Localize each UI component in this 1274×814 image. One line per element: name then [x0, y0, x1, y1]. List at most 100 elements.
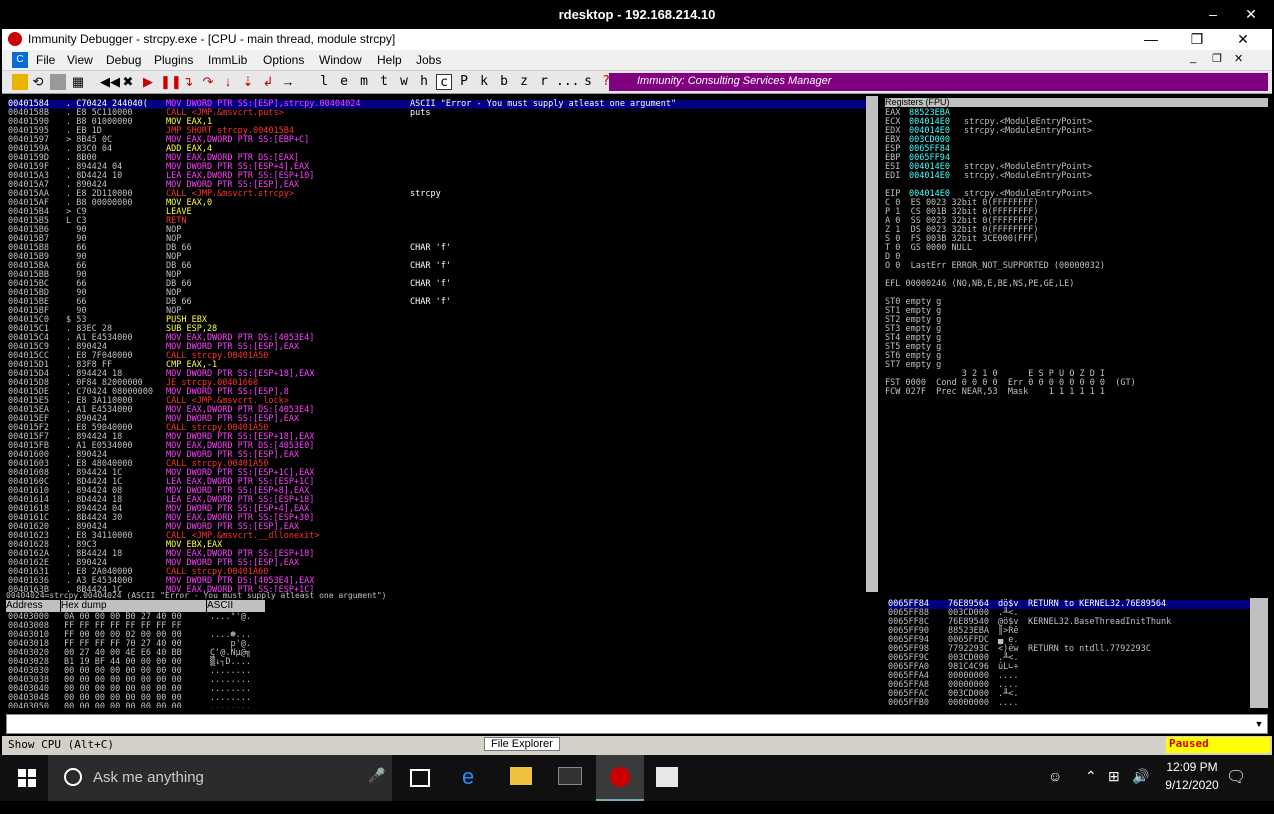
tb-source[interactable]: s	[580, 74, 596, 90]
close-icon[interactable]: ✕	[1234, 0, 1268, 29]
flags-line: ST1 empty g	[885, 306, 942, 316]
minimize-icon[interactable]: –	[1196, 0, 1230, 29]
trace-into-icon[interactable]: ↓	[220, 74, 236, 90]
step-into-icon[interactable]: ↴	[180, 74, 196, 90]
tb-z[interactable]: z	[516, 74, 532, 90]
disasm-comment	[410, 370, 866, 379]
stack-address[interactable]: 0065FFB0	[888, 699, 948, 708]
tb-handles[interactable]: h	[416, 74, 432, 90]
tb-executable[interactable]: e	[336, 74, 352, 90]
edge-icon[interactable]: e	[462, 764, 474, 790]
tb-call-stack[interactable]: k	[476, 74, 492, 90]
menu-view[interactable]: View	[67, 53, 93, 67]
flags-line: ST6 empty g	[885, 351, 942, 361]
microphone-icon[interactable]: 🎤	[368, 767, 385, 784]
registers-pane[interactable]: Registers (FPU) EAX 88523EBA ECX 004014E0 str…	[882, 96, 1268, 592]
mdi-restore-icon[interactable]: ❐	[1212, 52, 1222, 65]
close-process-icon[interactable]: ✖	[120, 74, 136, 90]
disasm-comment	[410, 118, 866, 127]
terminal-icon[interactable]	[558, 767, 582, 785]
menu-jobs[interactable]: Jobs	[416, 53, 441, 67]
dump-hex: 00 00 00 00 00 00 00 00	[64, 702, 182, 709]
disasm-comment	[410, 172, 866, 181]
command-input[interactable]: ▼	[6, 714, 1268, 734]
minimize-icon[interactable]: —	[1128, 29, 1174, 50]
chevron-down-icon[interactable]: ▼	[1251, 715, 1267, 733]
info-line: 00404024=strcpy.00404024 (ASCII "Error -…	[6, 592, 866, 600]
dump-header-address[interactable]: Address	[6, 600, 60, 612]
tb-cpu[interactable]: c	[436, 74, 452, 90]
tb-log[interactable]: l	[316, 74, 332, 90]
menu-immlib[interactable]: ImmLib	[208, 53, 247, 67]
menu-plugins[interactable]: Plugins	[154, 53, 193, 67]
disasm-comment	[410, 325, 866, 334]
clock-date[interactable]: 9/12/2020	[1162, 778, 1222, 792]
trace-over-icon[interactable]: ⇣	[240, 74, 256, 90]
disasm-comment	[410, 568, 866, 577]
tb-windows[interactable]: w	[396, 74, 412, 90]
tb-run-trace[interactable]: ...	[556, 74, 579, 90]
stack-comment: RETURN to ntdll.7792293C	[1028, 644, 1151, 654]
disasm-scrollbar[interactable]	[866, 96, 878, 592]
search-box[interactable]: Ask me anything 🎤	[48, 755, 392, 801]
rewind-icon[interactable]: ◀◀	[100, 74, 120, 90]
run-icon[interactable]: ▶	[140, 74, 156, 90]
disasm-instruction: MOV EAX,0	[166, 198, 213, 208]
mdi-close-icon[interactable]: ✕	[1234, 52, 1243, 65]
attach-icon[interactable]: ▦	[70, 74, 86, 90]
disasm-instruction: DB 66	[166, 279, 192, 289]
dump-pane[interactable]: Address Hex dump ASCII 00403000 0A 00 00 00 …	[6, 600, 866, 708]
stack-scrollbar[interactable]	[1250, 598, 1268, 708]
stack-pane[interactable]: 0065FF84 76E89564 dö$v RETURN to KERNEL32.7…	[886, 598, 1250, 708]
disasm-comment: CHAR 'f'	[410, 297, 451, 307]
go-to-icon[interactable]: →	[280, 74, 296, 90]
tb-breakpoints[interactable]: b	[496, 74, 512, 90]
cpu-window-icon[interactable]: C	[12, 52, 28, 68]
disasm-instruction: RETN	[166, 216, 187, 226]
open-icon[interactable]	[12, 74, 28, 90]
menu-options[interactable]: Options	[263, 53, 304, 67]
register-value[interactable]: 004014E0	[909, 172, 967, 181]
tb-references[interactable]: r	[536, 74, 552, 90]
remote-app-icon[interactable]	[656, 767, 678, 787]
immunity-taskbar-button[interactable]	[596, 755, 644, 801]
clock-time[interactable]: 12:09 PM	[1162, 760, 1222, 774]
restart-icon[interactable]: ⟲	[30, 74, 46, 90]
maximize-icon[interactable]: ❐	[1174, 29, 1220, 50]
disasm-comment	[410, 523, 866, 532]
step-over-icon[interactable]: ↷	[200, 74, 216, 90]
dump-header-ascii[interactable]: ASCII	[207, 600, 265, 612]
dump-header-hex[interactable]: Hex dump	[61, 600, 206, 612]
network-icon[interactable]: ⊞	[1108, 768, 1120, 814]
disasm-instruction: LEAVE	[166, 207, 192, 217]
disasm-comment: puts	[410, 108, 431, 118]
flags-line: ST2 empty g	[885, 315, 942, 325]
disasm-comment	[410, 469, 866, 478]
notifications-icon[interactable]: 🗨	[1226, 767, 1246, 787]
file-explorer-icon[interactable]	[510, 767, 532, 785]
menu-window[interactable]: Window	[319, 53, 362, 67]
disasm-comment	[410, 505, 866, 514]
menu-help[interactable]: Help	[377, 53, 402, 67]
close-icon[interactable]: ✕	[1220, 29, 1266, 50]
windows-start-icon[interactable]	[18, 769, 36, 787]
dump-address[interactable]: 00403050	[8, 703, 62, 709]
disasm-comment	[410, 307, 866, 316]
menu-debug[interactable]: Debug	[106, 53, 141, 67]
tb-patches[interactable]: P	[456, 74, 472, 90]
mdi-minimize-icon[interactable]: _	[1190, 52, 1196, 64]
disasm-instruction: DB 66	[166, 243, 192, 253]
pause-icon[interactable]: ❚❚	[160, 74, 182, 90]
chevron-up-icon[interactable]: ⌃	[1085, 768, 1097, 814]
execute-till-return-icon[interactable]: ↲	[260, 74, 276, 90]
tb-memory[interactable]: m	[356, 74, 372, 90]
disassembly-pane[interactable]: 00401584. C70424 244040(MOV DWORD PTR SS…	[6, 96, 866, 592]
volume-icon[interactable]: 🔊	[1132, 768, 1149, 814]
menu-file[interactable]: File	[36, 53, 55, 67]
stop-icon[interactable]	[50, 74, 66, 90]
people-icon[interactable]: ☺	[1048, 768, 1062, 814]
tb-threads[interactable]: t	[376, 74, 392, 90]
disasm-comment	[410, 487, 866, 496]
disasm-comment	[410, 334, 866, 343]
task-view-icon[interactable]	[410, 769, 430, 787]
